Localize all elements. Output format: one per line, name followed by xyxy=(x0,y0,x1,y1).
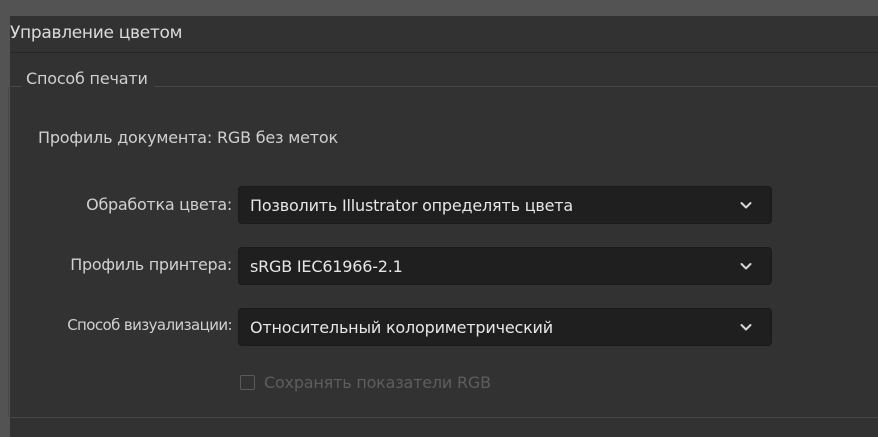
rendering-intent-dropdown[interactable]: Относительный колориметрический xyxy=(238,308,772,346)
printer-profile-dropdown[interactable]: sRGB IEC61966-2.1 xyxy=(238,247,772,285)
document-profile-text: Профиль документа: RGB без меток xyxy=(38,128,338,147)
printer-profile-value: sRGB IEC61966-2.1 xyxy=(250,257,403,276)
panel-title: Управление цветом xyxy=(10,23,183,43)
chevron-down-icon xyxy=(740,202,752,209)
printer-profile-label: Профиль принтера: xyxy=(70,255,232,274)
rendering-intent-label: Способ визуализации: xyxy=(67,316,232,334)
color-handling-label: Обработка цвета: xyxy=(86,195,232,214)
color-handling-value: Позволить Illustrator определять цвета xyxy=(250,196,574,215)
preserve-rgb-checkbox[interactable] xyxy=(240,375,255,390)
preserve-rgb-label: Сохранять показатели RGB xyxy=(264,373,491,392)
color-handling-dropdown[interactable]: Позволить Illustrator определять цвета xyxy=(238,186,772,224)
chevron-down-icon xyxy=(740,324,752,331)
print-method-legend: Способ печати xyxy=(22,69,154,88)
panel-header: Управление цветом xyxy=(10,16,878,53)
rendering-intent-value: Относительный колориметрический xyxy=(250,318,553,337)
chevron-down-icon xyxy=(740,263,752,270)
